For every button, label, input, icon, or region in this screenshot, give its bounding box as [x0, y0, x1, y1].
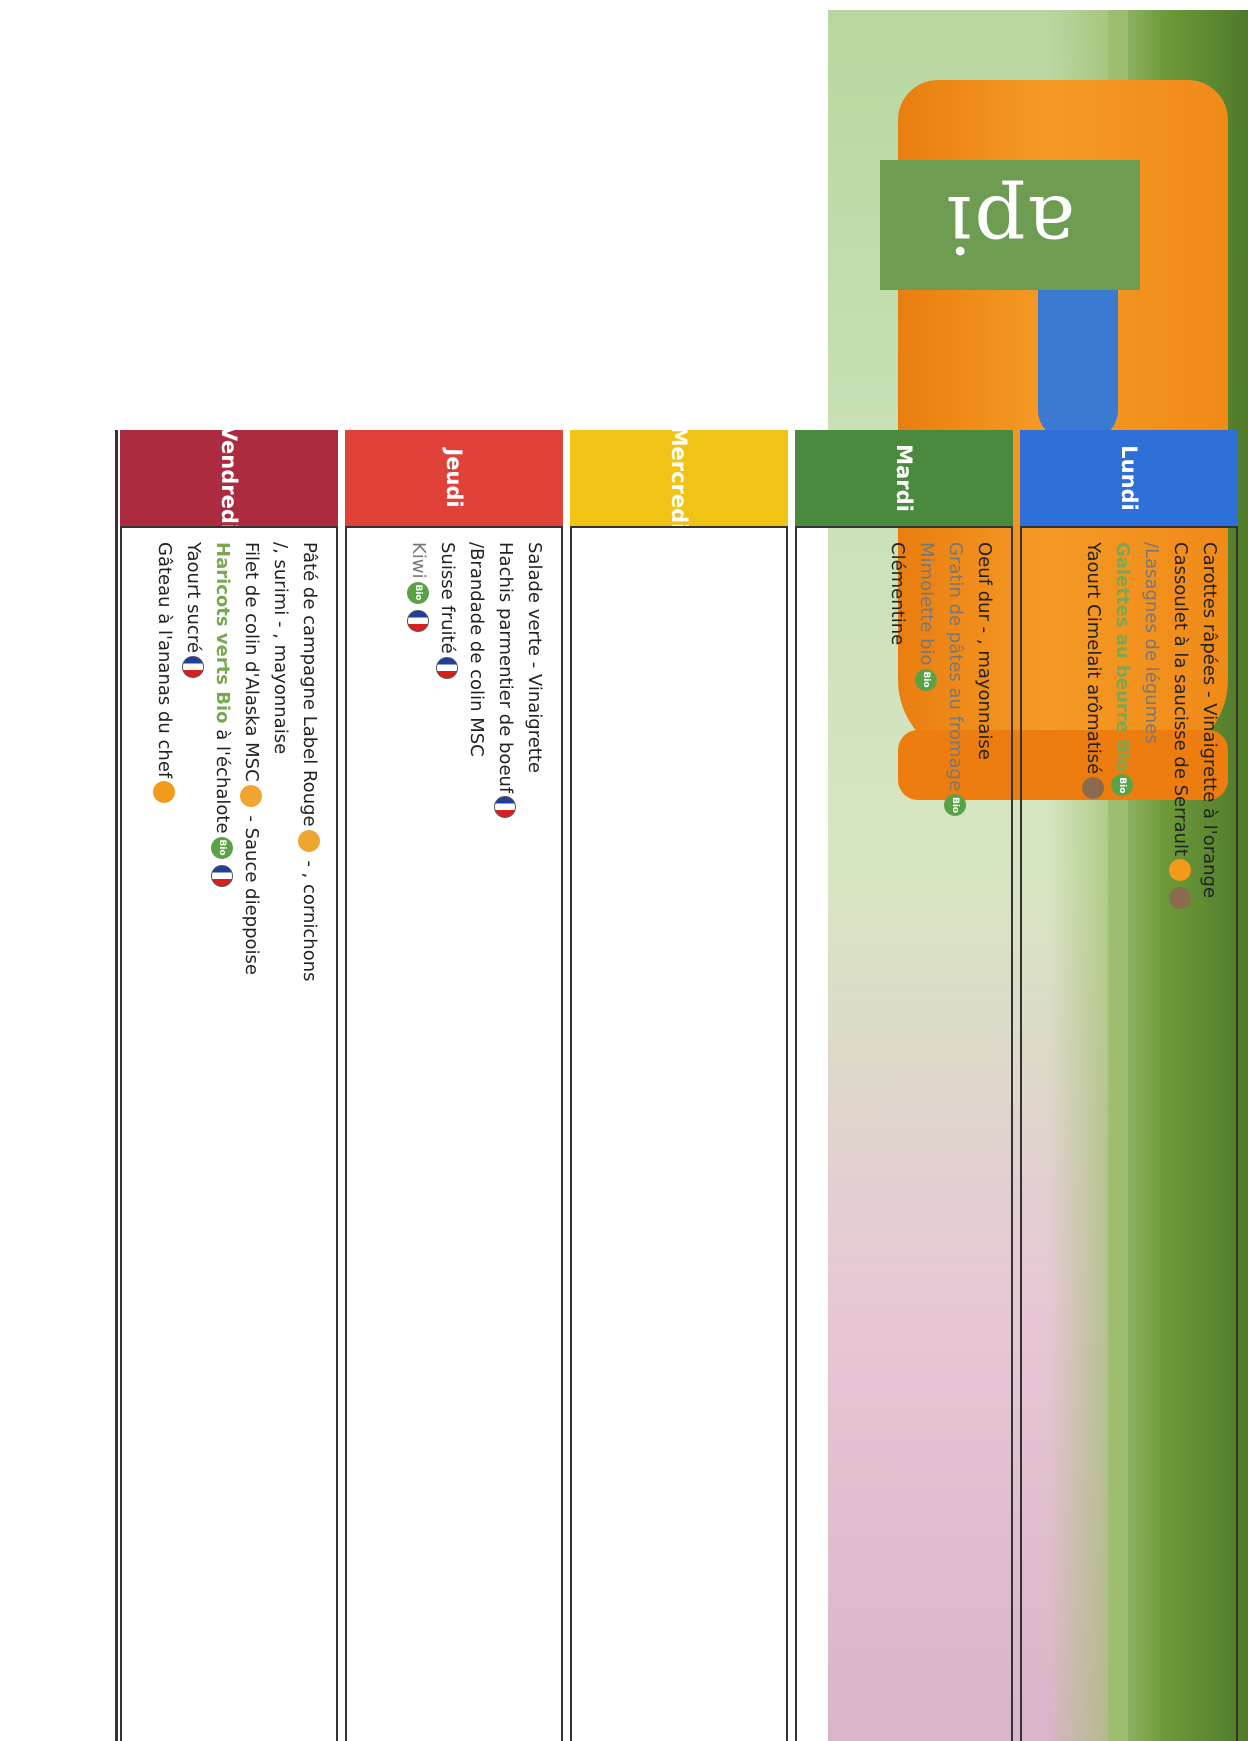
france-flag-icon	[182, 655, 204, 678]
day-menu-mardi: Oeuf dur - , mayonnaise Gratin de pâtes a…	[795, 526, 1013, 1741]
france-flag-icon	[494, 796, 516, 819]
menu-item-text: /Lasagnes de légumes	[1141, 542, 1162, 744]
menu-item-text: Clémentine	[887, 542, 908, 646]
day-header-jeudi: Jeudi	[345, 430, 563, 526]
menu-item-suffix: à l'échalote	[212, 723, 233, 834]
menu-item: /Lasagnes de légumes	[1137, 542, 1166, 1727]
day-header-mardi: Mardi	[795, 430, 1013, 526]
menu-item: Gratin de pâtes au fromageBio	[941, 542, 970, 1727]
france-flag-icon	[436, 656, 458, 679]
day-header-lundi: Lundi	[1020, 430, 1238, 526]
chef-icon	[1169, 859, 1191, 882]
menu-item-text: Cassoulet à la saucisse de Serrault	[1170, 542, 1191, 857]
france-flag-icon	[211, 864, 233, 887]
france-flag-icon	[407, 609, 429, 632]
table-bottom-border	[115, 430, 118, 1741]
menu-item-text: Mimolette bio	[916, 542, 937, 666]
day-menu-lundi: Carottes râpées - Vinaigrette à l'orange…	[1020, 526, 1238, 1741]
menu-item-text: Carottes râpées - Vinaigrette à l'orange	[1199, 542, 1220, 899]
day-header-mercredi: Mercredi	[570, 426, 788, 530]
menu-page: api Lundi Carottes râpées - Vinaigrette à…	[0, 0, 1248, 1741]
week-menu-grid: Lundi Carottes râpées - Vinaigrette à l'o…	[0, 0, 1248, 1741]
menu-item: Cassoulet à la saucisse de Serrault	[1166, 542, 1195, 1727]
bio-icon: Bio	[944, 794, 966, 817]
menu-item: Oeuf dur - , mayonnaise	[970, 542, 999, 1727]
menu-item: Clémentine	[883, 542, 912, 1727]
bio-icon: Bio	[1111, 774, 1133, 797]
menu-item: Carottes râpées - Vinaigrette à l'orange	[1195, 542, 1224, 1727]
menu-item-text: Suisse fruité	[437, 542, 458, 654]
menu-item-text: Oeuf dur - , mayonnaise	[974, 542, 995, 760]
menu-item-text: Hachis parmentier de boeuf	[495, 542, 516, 794]
menu-item: KiwiBio	[404, 542, 433, 1727]
menu-item-text: /, surimi - , mayonnaise	[270, 542, 291, 755]
menu-item-suffix: - Sauce dieppoise	[241, 809, 262, 975]
menu-item-text: Galettes au beurre Bio	[1112, 542, 1133, 772]
menu-item-text: Kiwi	[408, 542, 429, 579]
menu-item: Hachis parmentier de boeuf	[491, 542, 520, 1727]
day-menu-mercredi	[570, 526, 788, 1741]
bio-icon: Bio	[407, 581, 429, 604]
menu-item: Galettes au beurre BioBio	[1108, 542, 1137, 1727]
menu-item: Haricots verts Bio à l'échaloteBio	[208, 542, 237, 1727]
menu-item-text: Pâté de campagne Label Rouge	[299, 542, 320, 827]
menu-item-text: /Brandade de colin MSC	[466, 542, 487, 757]
bio-icon: Bio	[915, 668, 937, 691]
menu-item-text: Salade verte - Vinaigrette	[524, 542, 545, 773]
menu-item-text: Yaourt sucré	[183, 542, 204, 653]
menu-item-text: Haricots verts Bio	[212, 542, 233, 724]
eco-icon	[1082, 777, 1104, 800]
menu-item: Yaourt sucré	[179, 542, 208, 1727]
menu-item: /, surimi - , mayonnaise	[266, 542, 295, 1727]
msc-icon	[240, 784, 262, 807]
chef-icon	[153, 781, 175, 804]
day-header-vendredi: Vendredi	[120, 425, 338, 531]
menu-item: Salade verte - Vinaigrette	[520, 542, 549, 1727]
menu-item: Yaourt Cimelait arômatisé	[1079, 542, 1108, 1727]
day-menu-jeudi: Salade verte - Vinaigrette Hachis parment…	[345, 526, 563, 1741]
eco-icon	[1169, 887, 1191, 910]
menu-item-text: Yaourt Cimelait arômatisé	[1083, 542, 1104, 775]
menu-item-text: Gratin de pâtes au fromage	[945, 542, 966, 792]
menu-item: Suisse fruité	[433, 542, 462, 1727]
menu-item: Filet de colin d'Alaska MSC - Sauce diep…	[237, 542, 266, 1727]
menu-item: Mimolette bioBio	[912, 542, 941, 1727]
label-rouge-icon	[298, 829, 320, 852]
menu-item: Gâteau à l'ananas du chef	[150, 542, 179, 1727]
menu-item: Pâté de campagne Label Rouge - , cornich…	[295, 542, 324, 1727]
menu-item-text: Gâteau à l'ananas du chef	[154, 542, 175, 779]
day-menu-vendredi: Pâté de campagne Label Rouge - , cornich…	[120, 526, 338, 1741]
menu-item-text: Filet de colin d'Alaska MSC	[241, 542, 262, 782]
bio-icon: Bio	[211, 836, 233, 859]
menu-item: /Brandade de colin MSC	[462, 542, 491, 1727]
menu-item-suffix: - , cornichons	[299, 854, 320, 982]
